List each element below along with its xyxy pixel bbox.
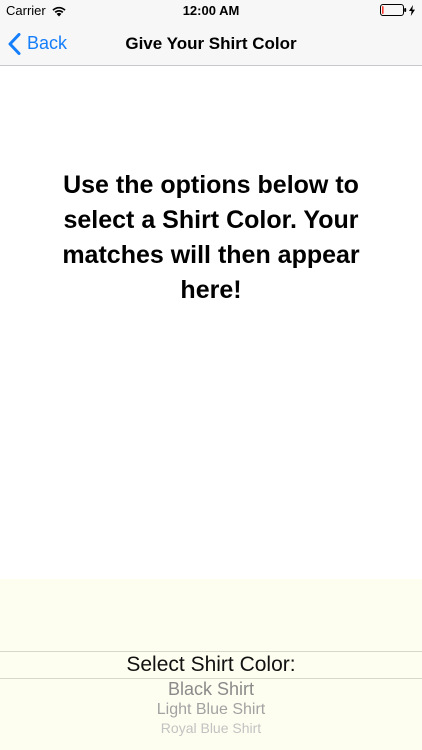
navigation-bar: Give Your Shirt Color Back: [0, 22, 422, 66]
picker-option-royal-blue-shirt[interactable]: Royal Blue Shirt: [0, 720, 422, 736]
back-button[interactable]: Back: [8, 22, 67, 65]
chevron-left-icon: [8, 32, 21, 55]
picker-option-light-blue-shirt[interactable]: Light Blue Shirt: [0, 701, 422, 719]
back-button-label: Back: [27, 33, 68, 53]
picker-option-black-shirt[interactable]: Black Shirt: [0, 679, 422, 700]
battery-icon: [380, 4, 407, 16]
shirt-color-picker[interactable]: Select Shirt Color: Black Shirt Light Bl…: [0, 579, 422, 750]
battery-indicator: [380, 4, 415, 16]
status-bar: Carrier 12:00 AM: [0, 0, 422, 22]
status-time: 12:00 AM: [182, 3, 240, 18]
picker-selected-row[interactable]: Select Shirt Color:: [0, 653, 422, 677]
charging-bolt-icon: [409, 4, 415, 16]
picker-selection-line-top: [0, 651, 422, 652]
instructions-message: Use the options below to select a Shirt …: [62, 171, 360, 304]
